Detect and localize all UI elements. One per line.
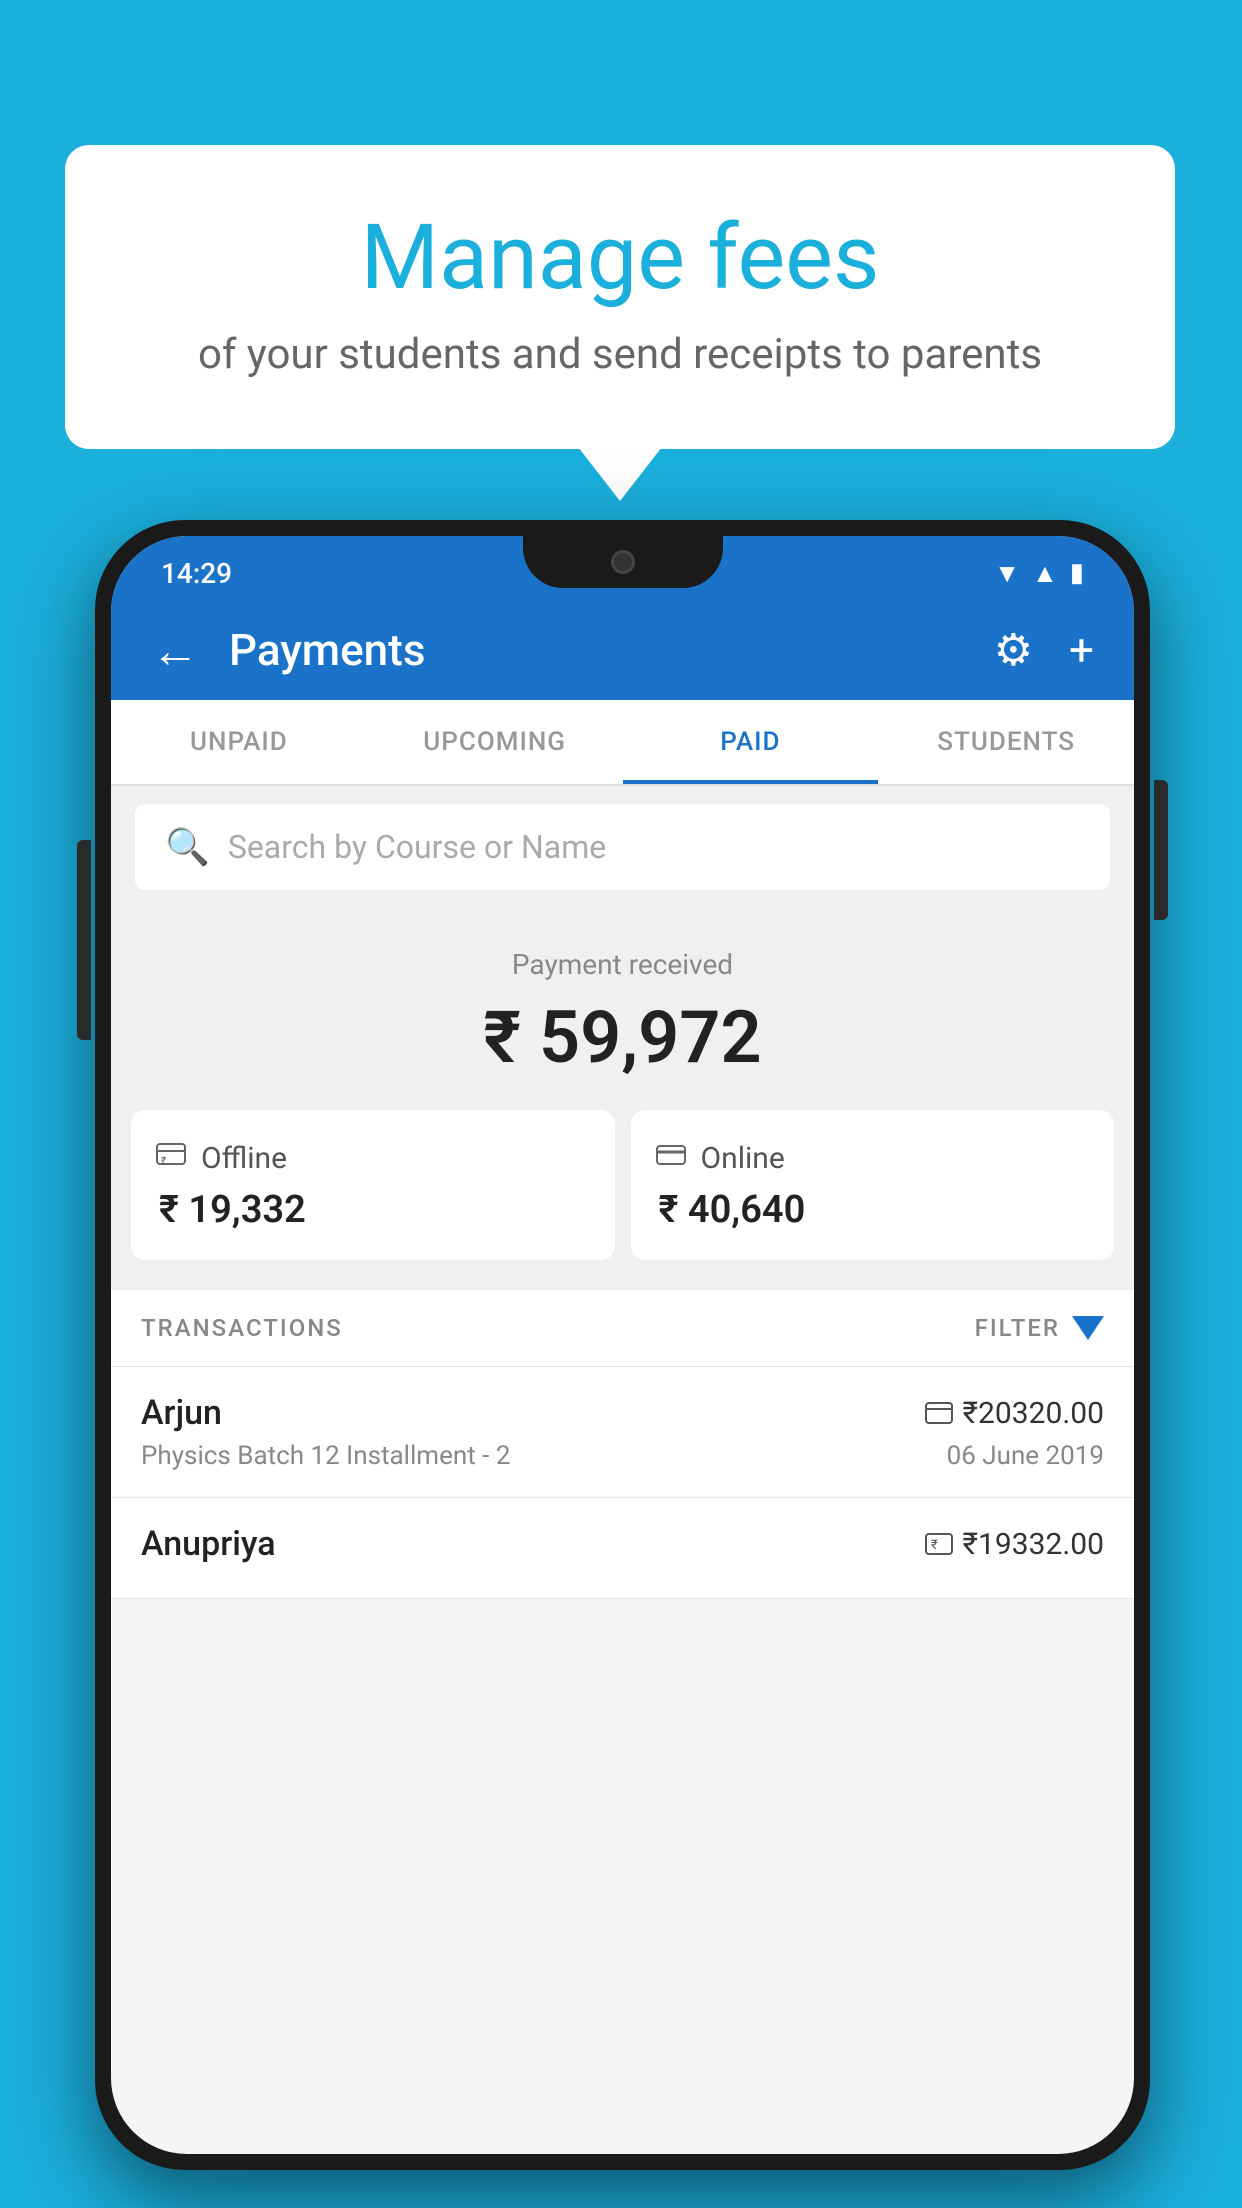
transaction-name-2: Anupriya <box>141 1524 276 1564</box>
phone-notch <box>523 536 723 588</box>
wifi-icon: ▼ <box>994 558 1020 589</box>
tab-upcoming[interactable]: UPCOMING <box>367 700 623 784</box>
filter-label: FILTER <box>975 1314 1060 1342</box>
tab-paid[interactable]: PAID <box>623 700 879 784</box>
online-icon <box>655 1138 687 1178</box>
tab-unpaid[interactable]: UNPAID <box>111 700 367 784</box>
payment-cards: ₹ Offline ₹ 19,332 <box>111 1110 1134 1290</box>
speech-bubble-card: Manage fees of your students and send re… <box>65 145 1175 449</box>
filter-icon <box>1072 1316 1104 1340</box>
add-icon[interactable]: + <box>1069 624 1094 676</box>
online-label: Online <box>701 1141 785 1176</box>
transactions-header: TRANSACTIONS FILTER <box>111 1290 1134 1367</box>
status-time: 14:29 <box>161 557 232 590</box>
nav-title: Payments <box>229 624 964 676</box>
tab-students[interactable]: STUDENTS <box>878 700 1134 784</box>
transactions-label: TRANSACTIONS <box>141 1314 343 1342</box>
transaction-date: 06 June 2019 <box>947 1441 1104 1471</box>
transaction-course: Physics Batch 12 Installment - 2 <box>141 1441 510 1471</box>
offline-amount: ₹ 19,332 <box>155 1188 591 1232</box>
speech-bubble-title: Manage fees <box>145 205 1095 310</box>
payment-received-label: Payment received <box>131 948 1114 981</box>
payment-received-amount: ₹ 59,972 <box>131 995 1114 1080</box>
transaction-amount: ₹20320.00 <box>925 1396 1104 1431</box>
search-icon: 🔍 <box>165 826 210 868</box>
payment-received-section: Payment received ₹ 59,972 <box>111 908 1134 1110</box>
nav-icons: ⚙ + <box>994 624 1094 676</box>
status-icons: ▼ ▲ ▮ <box>994 558 1084 589</box>
transaction-item-anupriya[interactable]: Anupriya ₹ ₹19332.00 <box>111 1498 1134 1599</box>
transaction-amount-value-2: ₹19332.00 <box>963 1527 1104 1562</box>
signal-icon: ▲ <box>1032 558 1058 589</box>
filter-button[interactable]: FILTER <box>975 1314 1104 1342</box>
svg-text:₹: ₹ <box>931 1538 938 1553</box>
transaction-amount-2: ₹ ₹19332.00 <box>925 1527 1104 1562</box>
camera <box>611 550 635 574</box>
online-amount: ₹ 40,640 <box>655 1188 1091 1232</box>
settings-icon[interactable]: ⚙ <box>994 624 1033 676</box>
nav-bar: ← Payments ⚙ + <box>111 600 1134 700</box>
offline-icon: ₹ <box>155 1138 187 1178</box>
back-button[interactable]: ← <box>151 622 199 679</box>
search-container: 🔍 Search by Course or Name <box>111 786 1134 908</box>
offline-card: ₹ Offline ₹ 19,332 <box>131 1110 615 1260</box>
online-card: Online ₹ 40,640 <box>631 1110 1115 1260</box>
phone-outer: 14:29 ▼ ▲ ▮ ← Payments ⚙ + UNPAID <box>95 520 1150 2170</box>
phone-mockup: 14:29 ▼ ▲ ▮ ← Payments ⚙ + UNPAID <box>95 520 1150 2170</box>
svg-text:₹: ₹ <box>161 1156 166 1167</box>
search-box[interactable]: 🔍 Search by Course or Name <box>135 804 1110 890</box>
search-input[interactable]: Search by Course or Name <box>228 828 606 866</box>
transaction-item-arjun[interactable]: Arjun ₹20320.00 Physics Batch 12 Install… <box>111 1367 1134 1498</box>
transaction-amount-value: ₹20320.00 <box>963 1396 1104 1431</box>
speech-bubble-subtitle: of your students and send receipts to pa… <box>145 330 1095 379</box>
transaction-name: Arjun <box>141 1393 222 1433</box>
phone-screen: 14:29 ▼ ▲ ▮ ← Payments ⚙ + UNPAID <box>111 536 1134 2154</box>
tabs-bar: UNPAID UPCOMING PAID STUDENTS <box>111 700 1134 786</box>
offline-label: Offline <box>201 1141 287 1176</box>
battery-icon: ▮ <box>1070 558 1084 588</box>
